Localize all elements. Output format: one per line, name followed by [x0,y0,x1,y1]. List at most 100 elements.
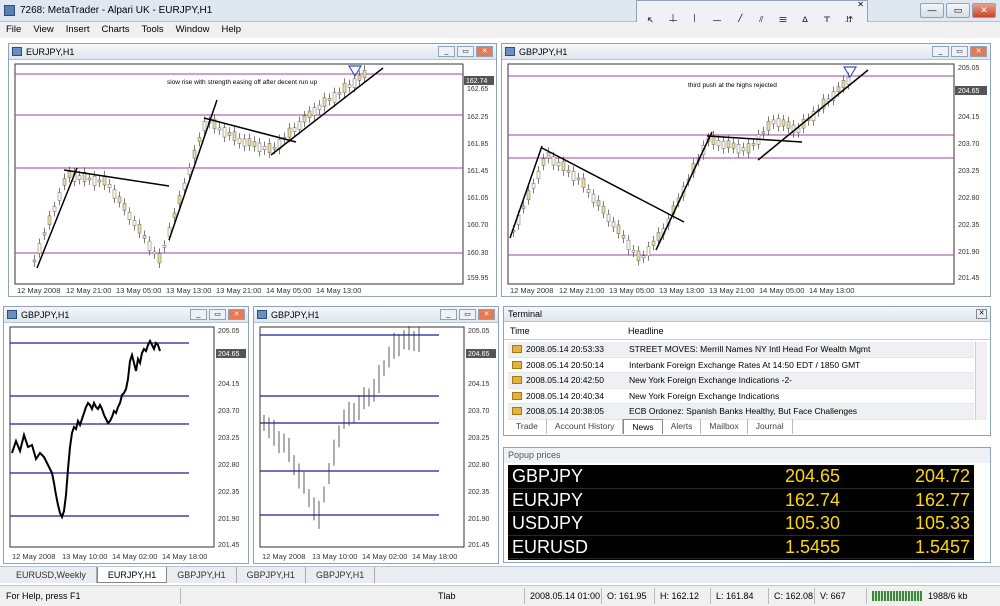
price-tick: 203.70 [958,141,980,148]
minimize-button[interactable]: — [920,3,944,18]
status-high: H: 162.12 [660,591,700,601]
time-tick: 14 May 05:00 [266,286,311,295]
price-tick: 161.05 [467,195,489,202]
current-price-label: 204.65 [218,351,240,358]
chart-tab-gbpjpy-h1[interactable]: GBPJPY,H1 [167,567,237,583]
status-datetime: 2008.05.14 01:00 [530,591,601,601]
price-tick: 204.15 [218,381,240,388]
chart-window-eurjpy[interactable]: EURJPY,H1 _ ▭ ✕ slow rise with strength … [8,43,497,297]
chart-tab-gbpjpy-h1[interactable]: GBPJPY,H1 [237,567,306,583]
price-row[interactable]: USDJPY 105.30 105.33 [508,512,974,536]
price-tick: 201.45 [218,542,240,549]
current-price-label: 204.65 [468,351,490,358]
status-bar: For Help, press F1 Tlab 2008.05.14 01:00… [0,585,1000,606]
price-tick: 201.45 [468,542,490,549]
minimize-button[interactable]: _ [190,309,207,320]
app-icon [4,5,15,16]
news-headline: Interbank Foreign Exchange Rates At 14:5… [629,359,861,370]
chart-window-gbpjpy-line[interactable]: GBPJPY,H1 _ ▭ ✕ 204.65 205.05 204.15 203… [3,306,249,564]
ohlc-bars [263,326,420,529]
tab-alerts[interactable]: Alerts [663,419,702,434]
chart-tab-eurjpy-h1[interactable]: EURJPY,H1 [96,567,168,583]
menu-tools[interactable]: Tools [135,22,169,38]
news-row[interactable]: 2008.05.14 20:53:33 STREET MOVES: Merril… [508,342,974,358]
close-button[interactable]: ✕ [476,46,493,57]
eurjpy-chart-canvas[interactable]: slow rise with strength easing off after… [9,60,496,296]
news-time: 2008.05.14 20:50:14 [526,359,604,370]
close-icon[interactable]: ✕ [976,309,987,319]
minimize-button[interactable]: _ [932,46,949,57]
menu-view[interactable]: View [27,22,59,38]
time-tick: 14 May 18:00 [162,552,207,561]
time-tick: 14 May 02:00 [112,552,157,561]
gbpjpy-top-chart-canvas[interactable]: third push at the highs rejected 204.65 … [502,60,990,296]
news-row[interactable]: 2008.05.14 20:38:05 ECB Ordonez: Spanish… [508,404,974,420]
status-help: For Help, press F1 [6,591,81,601]
time-tick: 13 May 13:00 [659,286,704,295]
menu-file[interactable]: File [0,22,27,38]
column-header-headline[interactable]: Headline [622,322,664,339]
close-icon[interactable]: ✕ [857,0,864,9]
tab-account-history[interactable]: Account History [547,419,624,434]
status-open: O: 161.95 [607,591,647,601]
candles [511,72,851,266]
tab-journal[interactable]: Journal [748,419,793,434]
chart-window-gbpjpy-top[interactable]: GBPJPY,H1 _ ▭ ✕ third push at the highs … [501,43,991,297]
price-tick: 202.35 [218,489,240,496]
scrollbar[interactable] [975,342,987,420]
status-profile: Tlab [438,591,456,601]
minimize-button[interactable]: _ [440,309,457,320]
restore-button[interactable]: ▭ [951,46,968,57]
time-tick: 13 May 05:00 [116,286,161,295]
restore-button[interactable]: ▭ [457,46,474,57]
price-tick: 204.15 [958,114,980,121]
price-row[interactable]: GBPJPY 204.65 204.72 [508,465,974,489]
chart-tab-eurusd-weekly[interactable]: EURUSD,Weekly [6,567,97,583]
terminal-panel: Terminal ✕ Time Headline 2008.05.14 20:5… [503,306,991,436]
news-time: 2008.05.14 20:40:34 [526,390,604,401]
terminal-title: Terminal [508,309,543,319]
restore-button[interactable]: ▭ [209,309,226,320]
news-time: 2008.05.14 20:42:50 [526,375,604,385]
price-row[interactable]: EURJPY 162.74 162.77 [508,489,974,512]
status-low: L: 161.84 [716,591,754,601]
menu-help[interactable]: Help [215,22,247,38]
price-row[interactable]: EURUSD 1.5455 1.5457 [508,536,974,559]
price-tick: 201.90 [468,516,490,523]
close-button[interactable]: ✕ [228,309,245,320]
news-headline: STREET MOVES: Merrill Names NY Intl Head… [629,344,871,354]
tab-mailbox[interactable]: Mailbox [701,419,748,434]
menu-charts[interactable]: Charts [96,22,136,38]
chart-tab-gbpjpy-h1[interactable]: GBPJPY,H1 [306,567,376,583]
time-tick: 12 May 21:00 [559,286,604,295]
news-time: 2008.05.14 20:38:05 [526,406,604,416]
gbpjpy-line-chart-canvas[interactable]: 204.65 205.05 204.15 203.70 203.25 202.8… [4,323,248,563]
column-header-time[interactable]: Time [504,322,622,339]
menu-window[interactable]: Window [170,22,216,38]
menu-insert[interactable]: Insert [60,22,96,38]
symbol: GBPJPY [512,466,584,486]
close-button[interactable]: ✕ [478,309,495,320]
price-tick: 202.80 [958,195,980,202]
close-button[interactable]: ✕ [972,3,996,18]
chart-title: GBPJPY,H1 [519,47,568,57]
news-row[interactable]: 2008.05.14 20:42:50 New York Foreign Exc… [508,373,974,389]
minimize-button[interactable]: _ [438,46,455,57]
tab-news[interactable]: News [623,419,663,434]
price-tick: 202.80 [218,462,240,469]
close-button[interactable]: ✕ [970,46,987,57]
time-tick: 13 May 10:00 [312,552,357,561]
chart-icon [12,47,22,56]
news-row[interactable]: 2008.05.14 20:40:34 New York Foreign Exc… [508,389,974,404]
price-tick: 204.15 [468,381,490,388]
restore-button[interactable]: ▭ [946,3,970,18]
restore-button[interactable]: ▭ [459,309,476,320]
price-tick: 201.90 [958,249,980,256]
price-tick: 162.65 [467,86,489,93]
envelope-icon [512,376,522,384]
tab-trade[interactable]: Trade [508,419,547,434]
gbpjpy-bar-chart-canvas[interactable]: 204.65 205.05 204.15 203.70 203.25 202.8… [254,323,498,563]
chart-annotation: slow rise with strength easing off after… [167,79,318,86]
chart-window-gbpjpy-bar[interactable]: GBPJPY,H1 _ ▭ ✕ 204.65 205.05 204.15 203… [253,306,499,564]
news-row[interactable]: 2008.05.14 20:50:14 Interbank Foreign Ex… [508,358,974,373]
